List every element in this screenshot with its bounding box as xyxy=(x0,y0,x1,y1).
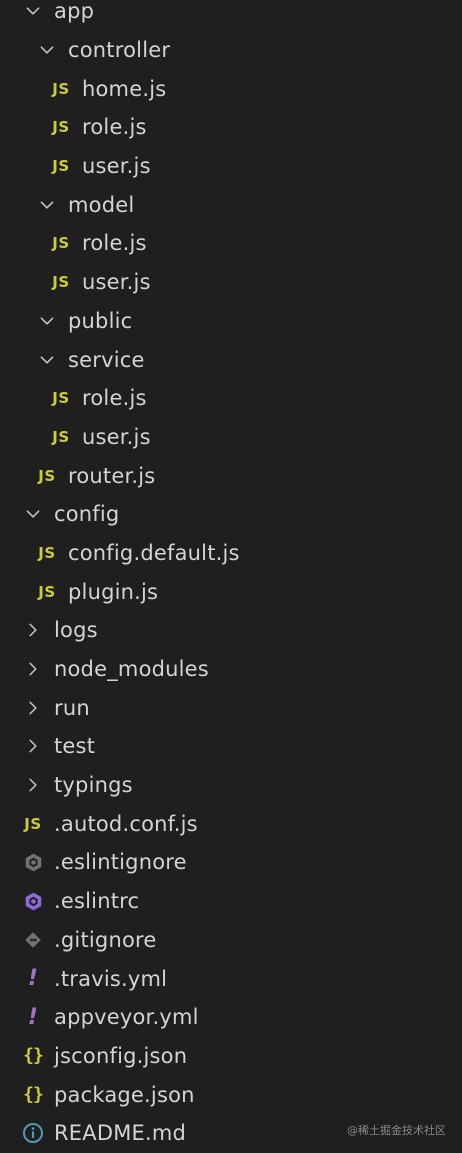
chevron-down-icon xyxy=(36,39,58,61)
item-label: jsconfig.json xyxy=(54,1043,188,1068)
item-label: .travis.yml xyxy=(54,966,168,991)
file-item[interactable]: JS config.default.js xyxy=(0,534,462,573)
js-file-icon: JS xyxy=(52,273,70,292)
file-item[interactable]: JS role.js xyxy=(0,108,462,147)
js-file-icon: JS xyxy=(38,466,56,485)
item-label: logs xyxy=(54,618,98,643)
item-label: controller xyxy=(68,38,171,63)
folder-item[interactable]: node_modules xyxy=(0,650,462,689)
item-label: role.js xyxy=(82,386,147,411)
js-file-icon: JS xyxy=(24,814,42,833)
info-icon xyxy=(22,1122,44,1144)
chevron-right-icon xyxy=(22,658,44,680)
eslint-purple-icon xyxy=(22,890,44,912)
item-label: home.js xyxy=(82,76,167,101)
file-item[interactable]: JS router.js xyxy=(0,456,462,495)
file-item[interactable]: JS home.js xyxy=(0,69,462,108)
file-item[interactable]: JS role.js xyxy=(0,379,462,418)
item-label: run xyxy=(54,695,90,720)
item-label: user.js xyxy=(82,270,151,295)
item-label: model xyxy=(68,192,135,217)
item-label: node_modules xyxy=(54,657,209,682)
file-item[interactable]: {} package.json xyxy=(0,1075,462,1114)
js-file-icon: JS xyxy=(52,427,70,446)
chevron-right-icon xyxy=(22,697,44,719)
yml-file-icon: ! xyxy=(27,1004,39,1030)
js-file-icon: JS xyxy=(52,118,70,137)
chevron-right-icon xyxy=(22,774,44,796)
git-icon xyxy=(22,929,44,951)
file-item[interactable]: JS plugin.js xyxy=(0,572,462,611)
chevron-down-icon xyxy=(22,503,44,525)
item-label: .autod.conf.js xyxy=(54,811,198,836)
item-label: config.default.js xyxy=(68,540,240,565)
item-label: router.js xyxy=(68,463,156,488)
item-label: .eslintrc xyxy=(54,889,140,914)
yml-file-icon: ! xyxy=(27,966,39,992)
js-file-icon: JS xyxy=(52,79,70,98)
json-file-icon: {} xyxy=(23,1045,44,1067)
chevron-down-icon xyxy=(36,349,58,371)
folder-item[interactable]: typings xyxy=(0,766,462,805)
chevron-down-icon xyxy=(22,0,44,22)
file-item[interactable]: ! .travis.yml xyxy=(0,959,462,998)
js-file-icon: JS xyxy=(52,157,70,176)
folder-item[interactable]: public xyxy=(0,302,462,341)
eslint-gray-icon xyxy=(22,851,44,873)
file-item[interactable]: .gitignore xyxy=(0,921,462,960)
folder-item[interactable]: controller xyxy=(0,31,462,70)
file-item[interactable]: .eslintrc xyxy=(0,882,462,921)
item-label: test xyxy=(54,734,96,759)
item-label: role.js xyxy=(82,231,147,256)
item-label: app xyxy=(54,0,95,24)
file-item[interactable]: JS user.js xyxy=(0,147,462,186)
item-label: .eslintignore xyxy=(54,850,187,875)
item-label: package.json xyxy=(54,1082,195,1107)
js-file-icon: JS xyxy=(52,234,70,253)
watermark: @稀土掘金技术社区 xyxy=(347,1124,446,1137)
chevron-right-icon xyxy=(22,735,44,757)
folder-item[interactable]: logs xyxy=(0,611,462,650)
item-label: user.js xyxy=(82,154,151,179)
file-item[interactable]: .eslintignore xyxy=(0,843,462,882)
folder-item[interactable]: model xyxy=(0,185,462,224)
folder-item[interactable]: app xyxy=(0,0,462,31)
item-label: service xyxy=(68,347,145,372)
chevron-right-icon xyxy=(22,619,44,641)
folder-item[interactable]: run xyxy=(0,688,462,727)
folder-item[interactable]: service xyxy=(0,340,462,379)
item-label: user.js xyxy=(82,424,151,449)
js-file-icon: JS xyxy=(38,543,56,562)
file-item[interactable]: JS user.js xyxy=(0,418,462,457)
item-label: plugin.js xyxy=(68,579,159,604)
item-label: .gitignore xyxy=(54,927,157,952)
file-item[interactable]: ! appveyor.yml xyxy=(0,998,462,1037)
chevron-down-icon xyxy=(36,310,58,332)
item-label: config xyxy=(54,502,120,527)
chevron-down-icon xyxy=(36,194,58,216)
item-label: typings xyxy=(54,773,133,798)
file-item[interactable]: JS .autod.conf.js xyxy=(0,804,462,843)
item-label: appveyor.yml xyxy=(54,1005,199,1030)
item-label: public xyxy=(68,308,133,333)
file-item[interactable]: JS role.js xyxy=(0,224,462,263)
item-label: role.js xyxy=(82,115,147,140)
file-item[interactable]: JS user.js xyxy=(0,263,462,302)
folder-item[interactable]: config xyxy=(0,495,462,534)
js-file-icon: JS xyxy=(38,582,56,601)
file-item[interactable]: {} jsconfig.json xyxy=(0,1037,462,1076)
js-file-icon: JS xyxy=(52,389,70,408)
file-explorer-tree: app controller JS home.js JS role.js JS user.js… xyxy=(0,0,462,1153)
json-file-icon: {} xyxy=(23,1084,44,1106)
folder-item[interactable]: test xyxy=(0,727,462,766)
item-label: README.md xyxy=(54,1121,187,1146)
